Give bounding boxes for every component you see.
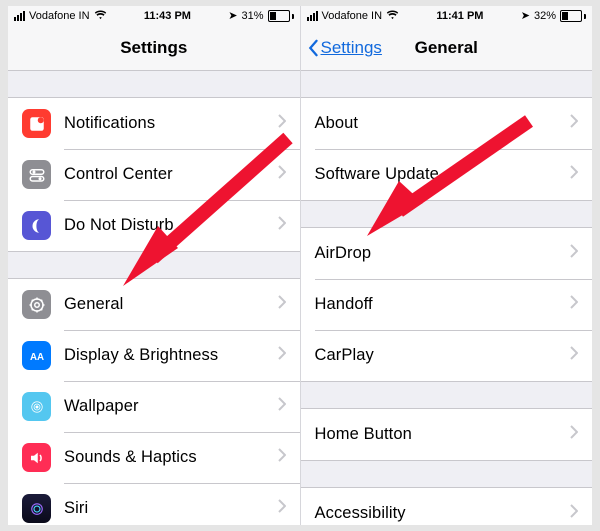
chevron-left-icon <box>307 39 319 57</box>
wifi-icon <box>386 10 399 23</box>
row-software-update[interactable]: Software Update <box>301 149 593 200</box>
notifications-icon <box>22 109 51 138</box>
screenshot-settings: Vodafone IN 11:43 PM ➤ 31% Settings <box>8 6 300 525</box>
gear-icon <box>22 290 51 319</box>
row-label: Do Not Disturb <box>64 216 278 235</box>
row-do-not-disturb[interactable]: Do Not Disturb <box>8 200 300 251</box>
display-icon: AA <box>22 341 51 370</box>
svg-text:AA: AA <box>29 351 43 362</box>
back-label: Settings <box>321 38 382 58</box>
row-handoff[interactable]: Handoff <box>301 279 593 330</box>
nav-bar: Settings <box>8 26 300 71</box>
control-center-icon <box>22 160 51 189</box>
chevron-right-icon <box>278 499 286 518</box>
row-control-center[interactable]: Control Center <box>8 149 300 200</box>
row-label: Notifications <box>64 114 278 133</box>
row-label: Control Center <box>64 165 278 184</box>
location-icon: ➤ <box>521 11 530 22</box>
row-home-button[interactable]: Home Button <box>301 409 593 460</box>
row-label: AirDrop <box>315 244 571 263</box>
siri-icon <box>22 494 51 523</box>
screenshot-general: Vodafone IN 11:41 PM ➤ 32% Settings Gene… <box>300 6 593 525</box>
status-bar: Vodafone IN 11:41 PM ➤ 32% <box>301 6 593 26</box>
chevron-right-icon <box>570 504 578 523</box>
row-label: Wallpaper <box>64 397 278 416</box>
speaker-icon <box>22 443 51 472</box>
row-notifications[interactable]: Notifications <box>8 98 300 149</box>
row-label: CarPlay <box>315 346 571 365</box>
wallpaper-icon <box>22 392 51 421</box>
chevron-right-icon <box>570 425 578 444</box>
row-label: Sounds & Haptics <box>64 448 278 467</box>
carrier-label: Vodafone IN <box>322 10 383 22</box>
row-label: General <box>64 295 278 314</box>
chevron-right-icon <box>278 216 286 235</box>
battery-percent: 32% <box>534 10 556 22</box>
chevron-right-icon <box>570 346 578 365</box>
moon-icon <box>22 211 51 240</box>
row-label: Siri <box>64 499 278 518</box>
battery-icon <box>560 10 586 22</box>
location-icon: ➤ <box>228 11 237 22</box>
clock: 11:41 PM <box>399 10 521 22</box>
general-list[interactable]: About Software Update AirDrop Handoff <box>301 71 593 525</box>
chevron-right-icon <box>570 165 578 184</box>
chevron-right-icon <box>278 295 286 314</box>
chevron-right-icon <box>278 397 286 416</box>
row-wallpaper[interactable]: Wallpaper <box>8 381 300 432</box>
battery-percent: 31% <box>241 10 263 22</box>
row-carplay[interactable]: CarPlay <box>301 330 593 381</box>
row-display-brightness[interactable]: AA Display & Brightness <box>8 330 300 381</box>
row-label: About <box>315 114 571 133</box>
chevron-right-icon <box>278 165 286 184</box>
chevron-right-icon <box>570 295 578 314</box>
nav-title: Settings <box>8 38 300 58</box>
cellular-signal-icon <box>307 11 318 21</box>
chevron-right-icon <box>570 114 578 133</box>
nav-bar: Settings General <box>301 26 593 71</box>
row-accessibility[interactable]: Accessibility <box>301 488 593 525</box>
clock: 11:43 PM <box>107 10 229 22</box>
row-about[interactable]: About <box>301 98 593 149</box>
battery-icon <box>268 10 294 22</box>
carrier-label: Vodafone IN <box>29 10 90 22</box>
chevron-right-icon <box>278 448 286 467</box>
row-label: Handoff <box>315 295 571 314</box>
back-button[interactable]: Settings <box>301 38 382 58</box>
settings-list[interactable]: Notifications Control Center Do Not Dist… <box>8 71 300 525</box>
chevron-right-icon <box>278 114 286 133</box>
chevron-right-icon <box>278 346 286 365</box>
row-sounds-haptics[interactable]: Sounds & Haptics <box>8 432 300 483</box>
chevron-right-icon <box>570 244 578 263</box>
row-label: Display & Brightness <box>64 346 278 365</box>
row-airdrop[interactable]: AirDrop <box>301 228 593 279</box>
wifi-icon <box>94 10 107 23</box>
row-label: Accessibility <box>315 504 571 523</box>
cellular-signal-icon <box>14 11 25 21</box>
row-general[interactable]: General <box>8 279 300 330</box>
status-bar: Vodafone IN 11:43 PM ➤ 31% <box>8 6 300 26</box>
row-siri[interactable]: Siri <box>8 483 300 525</box>
row-label: Home Button <box>315 425 571 444</box>
row-label: Software Update <box>315 165 571 184</box>
